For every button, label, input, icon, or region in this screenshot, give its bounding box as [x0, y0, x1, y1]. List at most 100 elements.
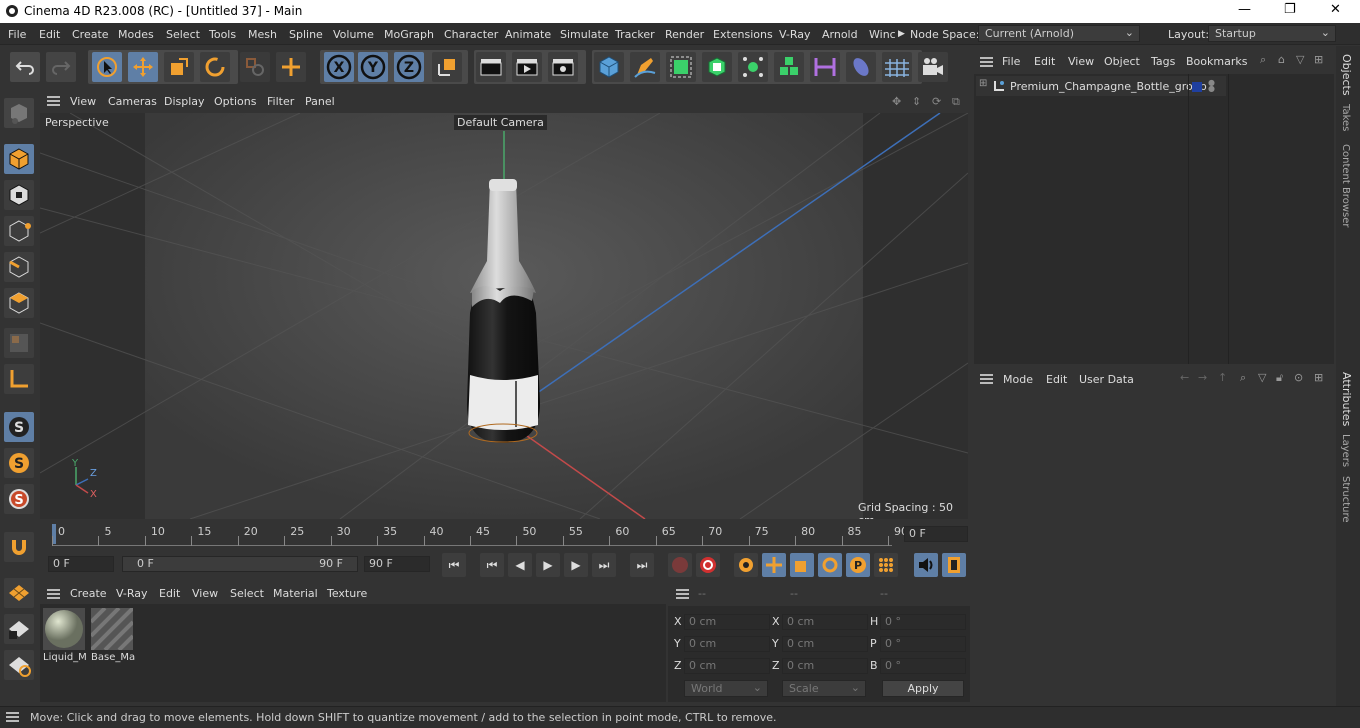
menu-edit[interactable]: Edit	[39, 28, 60, 41]
hamburger-icon[interactable]	[47, 589, 60, 599]
timeline-film-button[interactable]	[942, 553, 966, 577]
extrude-button[interactable]	[702, 52, 732, 82]
tab-objects[interactable]: Objects	[1340, 54, 1353, 96]
attr-menu-user-data[interactable]: User Data	[1079, 373, 1134, 386]
deformer-button[interactable]	[810, 52, 840, 82]
material-item[interactable]: Liquid_M	[43, 608, 87, 666]
attr-menu-mode[interactable]: Mode	[1003, 373, 1033, 386]
coordinate-system-button[interactable]	[432, 52, 462, 82]
key-rotation-button[interactable]	[818, 553, 842, 577]
menu-tracker[interactable]: Tracker	[615, 28, 655, 41]
object-menu-edit[interactable]: Edit	[1034, 55, 1055, 68]
snap-button[interactable]: S	[4, 412, 34, 442]
timeline-ruler[interactable]: 0 5 10 15 20 25 30 35 40 45 50 55 60 65 70 75 80 85 90 0 F	[40, 520, 970, 550]
menu-simulate[interactable]: Simulate	[560, 28, 609, 41]
size-y-field[interactable]: 0 cm	[782, 636, 868, 652]
hamburger-icon[interactable]	[980, 57, 993, 67]
object-menu-bookmarks[interactable]: Bookmarks	[1186, 55, 1247, 68]
record-button[interactable]	[696, 553, 720, 577]
cube-button[interactable]	[594, 52, 624, 82]
model-mode-button[interactable]	[4, 144, 34, 174]
material-menu-view[interactable]: View	[192, 587, 218, 600]
menu-spline[interactable]: Spline	[289, 28, 323, 41]
attr-menu-edit[interactable]: Edit	[1046, 373, 1067, 386]
layout-dropdown[interactable]: Startup ⌄	[1208, 25, 1336, 42]
menu-arnold[interactable]: Arnold	[822, 28, 858, 41]
start-frame-field[interactable]: 0 F	[48, 556, 114, 572]
search-icon[interactable]: ⌕	[1240, 371, 1246, 385]
viewport-3d[interactable]: Perspective Default Camera Grid Spacing …	[40, 113, 968, 519]
goto-end-button[interactable]: ⏭	[630, 553, 654, 577]
apply-button[interactable]: Apply	[882, 680, 964, 697]
rotate-view-icon[interactable]: ⟳	[932, 95, 941, 108]
material-item[interactable]: Base_Ma	[89, 606, 135, 666]
up-arrow-icon[interactable]: ↑	[1218, 371, 1227, 384]
node-space-dropdown[interactable]: Current (Arnold) ⌄	[978, 25, 1140, 42]
viewport-menu-display[interactable]: Display	[164, 95, 205, 108]
end-frame-field[interactable]: 90 F	[364, 556, 430, 572]
menu-overflow-icon[interactable]: ▶	[898, 29, 905, 39]
uv-mode-button[interactable]	[4, 328, 34, 358]
key-position-button[interactable]	[762, 553, 786, 577]
floor-button[interactable]	[882, 52, 912, 82]
layer-color-swatch[interactable]	[1192, 82, 1202, 92]
next-key-button[interactable]: ⏭	[592, 553, 616, 577]
pos-x-field[interactable]: 0 cm	[684, 614, 770, 630]
material-menu-vray[interactable]: V-Ray	[116, 587, 148, 600]
snap-enable-button[interactable]: S	[4, 484, 34, 514]
pos-z-field[interactable]: 0 cm	[684, 658, 770, 674]
maximize-icon[interactable]: ❐	[1284, 2, 1296, 17]
camera-label[interactable]: Default Camera	[454, 115, 547, 130]
menu-tools[interactable]: Tools	[209, 28, 236, 41]
render-view-button[interactable]	[476, 52, 506, 82]
menu-file[interactable]: File	[8, 28, 26, 41]
recent-tools-button[interactable]	[240, 52, 270, 82]
visibility-dots-icon[interactable]: ● ●	[1208, 79, 1215, 93]
axis-mode-button[interactable]	[4, 364, 34, 394]
viewport-menu-options[interactable]: Options	[214, 95, 256, 108]
object-menu-view[interactable]: View	[1068, 55, 1094, 68]
key-pla-button[interactable]	[874, 553, 898, 577]
play-button[interactable]: ▶	[536, 553, 560, 577]
y-axis-lock-button[interactable]: Y	[358, 52, 388, 82]
scale-tool-button[interactable]	[164, 52, 194, 82]
transform-tool-button[interactable]	[276, 52, 306, 82]
camera-button[interactable]	[918, 52, 948, 82]
tab-takes[interactable]: Takes	[1340, 104, 1351, 131]
texture-mode-button[interactable]	[4, 180, 34, 210]
material-menu-create[interactable]: Create	[70, 587, 107, 600]
search-icon[interactable]: ⌕	[1260, 53, 1266, 67]
menu-mesh[interactable]: Mesh	[248, 28, 277, 41]
maximize-view-icon[interactable]: ⧉	[952, 95, 960, 109]
size-z-field[interactable]: 0 cm	[782, 658, 868, 674]
settings-icon[interactable]: ⊙	[1294, 371, 1303, 384]
key-param-button[interactable]: P	[846, 553, 870, 577]
edge-mode-button[interactable]	[4, 252, 34, 282]
tab-layers[interactable]: Layers	[1340, 434, 1351, 467]
filter-icon[interactable]: ▽	[1258, 371, 1266, 384]
magnet-button[interactable]	[4, 532, 34, 562]
menu-character[interactable]: Character	[444, 28, 498, 41]
hamburger-icon[interactable]	[47, 96, 60, 106]
home-icon[interactable]: ⌂	[1278, 53, 1285, 66]
material-menu-texture[interactable]: Texture	[327, 587, 367, 600]
menu-create[interactable]: Create	[72, 28, 109, 41]
filter-icon[interactable]: ▽	[1296, 53, 1304, 66]
planar-workplane-button[interactable]	[4, 650, 34, 680]
prev-frame-button[interactable]: ◀	[508, 553, 532, 577]
dolly-view-icon[interactable]: ⇕	[912, 95, 921, 108]
new-window-icon[interactable]: ⊞	[1314, 53, 1323, 66]
tab-attributes[interactable]: Attributes	[1340, 372, 1353, 426]
coord-system-dropdown[interactable]: World ⌄	[684, 680, 768, 697]
move-tool-button[interactable]	[128, 52, 158, 82]
polygon-mode-button[interactable]	[4, 288, 34, 318]
object-menu-object[interactable]: Object	[1104, 55, 1140, 68]
hamburger-icon[interactable]	[6, 712, 19, 722]
material-menu-select[interactable]: Select	[230, 587, 264, 600]
forward-arrow-icon[interactable]: →	[1198, 371, 1207, 384]
locked-workplane-button[interactable]	[4, 614, 34, 644]
snap-settings-button[interactable]: S	[4, 448, 34, 478]
live-selection-button[interactable]	[92, 52, 122, 82]
menu-mograph[interactable]: MoGraph	[384, 28, 434, 41]
lock-icon[interactable]: 🔓︎	[1276, 371, 1283, 385]
